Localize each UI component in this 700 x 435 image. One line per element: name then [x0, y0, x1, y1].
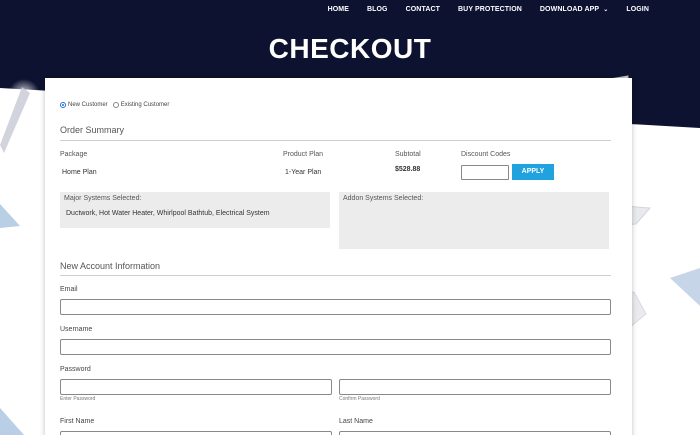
account-info-divider — [60, 275, 611, 276]
major-systems-label: Major Systems Selected: — [64, 195, 142, 202]
main-nav: HOME BLOG CONTACT BUY PROTECTION DOWNLOA… — [310, 5, 649, 15]
username-field[interactable] — [60, 339, 611, 355]
discount-code-input[interactable] — [461, 165, 509, 180]
order-summary-divider — [60, 140, 611, 141]
plan-header: Product Plan — [283, 151, 324, 158]
last-name-field[interactable] — [339, 431, 611, 435]
account-info-title: New Account Information — [60, 261, 161, 271]
radio-existing-customer[interactable]: Existing Customer — [112, 102, 170, 108]
order-summary-title: Order Summary — [60, 125, 125, 135]
subtotal-header: Subtotal — [395, 151, 421, 158]
password-label: Password — [60, 366, 91, 373]
page-title: CHECKOUT — [268, 33, 432, 64]
radio-selected-icon — [60, 102, 66, 108]
nav-download-app[interactable]: DOWNLOAD APP ⌄ — [540, 5, 608, 15]
checkout-card: New Customer Existing Customer Order Sum… — [45, 78, 632, 435]
nav-contact[interactable]: CONTACT — [406, 5, 440, 15]
first-name-field[interactable] — [60, 431, 332, 435]
chevron-down-icon: ⌄ — [603, 7, 609, 13]
first-name-label: First Name — [60, 418, 95, 425]
package-value: Home Plan — [62, 169, 97, 176]
glass-shard-left-icon — [0, 79, 40, 153]
password-hint: Enter Password — [60, 396, 96, 402]
username-label: Username — [60, 326, 93, 333]
customer-type-radio-group: New Customer Existing Customer — [60, 102, 174, 108]
nav-home[interactable]: HOME — [328, 5, 349, 15]
nav-blog[interactable]: BLOG — [367, 5, 388, 15]
major-systems-box: Major Systems Selected: Ductwork, Hot Wa… — [60, 192, 330, 228]
addon-systems-box: Addon Systems Selected: — [339, 192, 609, 249]
password-field[interactable] — [60, 379, 332, 395]
radio-unselected-icon — [112, 102, 119, 108]
subtotal-value: $528.88 — [395, 166, 421, 173]
nav-buy-protection[interactable]: BUY PROTECTION — [458, 5, 522, 15]
radio-existing-customer-label: Existing Customer — [120, 102, 170, 108]
blue-shard-bottom-left-icon — [0, 408, 24, 435]
addon-systems-label: Addon Systems Selected: — [343, 195, 424, 202]
apply-discount-button[interactable]: APPLY — [512, 164, 554, 180]
radio-new-customer-label: New Customer — [68, 102, 108, 108]
blue-shard-left-icon — [0, 204, 20, 228]
radio-new-customer[interactable]: New Customer — [60, 102, 108, 108]
last-name-label: Last Name — [339, 418, 373, 425]
major-systems-value: Ductwork, Hot Water Heater, Whirlpool Ba… — [66, 210, 270, 217]
confirm-password-hint: Confirm Password — [339, 396, 380, 402]
email-label: Email — [60, 286, 78, 293]
nav-download-app-label: DOWNLOAD APP — [539, 6, 600, 13]
discount-header: Discount Codes — [461, 151, 511, 158]
email-field[interactable] — [60, 299, 611, 315]
blue-shard-right-icon — [670, 268, 700, 306]
nav-login[interactable]: LOGIN — [626, 5, 649, 15]
package-header: Package — [60, 151, 88, 158]
plan-value: 1-Year Plan — [285, 169, 322, 176]
confirm-password-field[interactable] — [339, 379, 611, 395]
